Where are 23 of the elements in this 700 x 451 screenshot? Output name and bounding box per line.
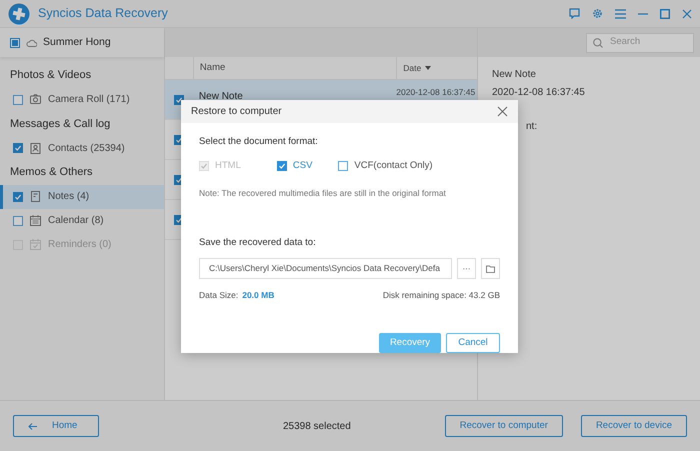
save-label: Save the recovered data to: — [199, 236, 317, 250]
detail-date: 2020-12-08 16:37:45 — [492, 87, 586, 99]
sidebar-section-title: Photos & Videos — [9, 68, 92, 83]
note-text: Note: The recovered multimedia files are still in the original format — [199, 187, 447, 200]
sidebar-item-label: Notes (4) — [48, 190, 90, 204]
sidebar-item-label: Camera Roll (171) — [48, 93, 130, 107]
sidebar-section-title: Messages & Call log — [9, 116, 112, 132]
sidebar-item-label: Reminders (0) — [48, 238, 112, 252]
data-size-value: 20.0 MB — [242, 289, 274, 302]
note-date: 2020-12-08 16:37:45 — [396, 87, 476, 97]
sidebar-item-label: Contacts (25394) — [48, 142, 125, 156]
app-title: Syncios Data Recovery — [38, 5, 168, 22]
sidebar-item-label: Calendar (8) — [48, 214, 104, 228]
detail-title: New Note — [492, 69, 537, 81]
note-name: New Note — [198, 91, 243, 102]
detail-content-label: nt: — [525, 121, 538, 133]
device-name: Summer Hong — [43, 34, 111, 50]
format-label: Select the document format: — [199, 134, 319, 149]
data-size-label: Data Size: — [199, 289, 238, 302]
sidebar-section-title: Memos & Others — [9, 165, 94, 180]
dialog-title: Restore to computer — [191, 104, 282, 119]
disk-space: Disk remaining space: 43.2 GB — [382, 289, 500, 302]
selected-count: 25398 selected — [282, 420, 351, 434]
